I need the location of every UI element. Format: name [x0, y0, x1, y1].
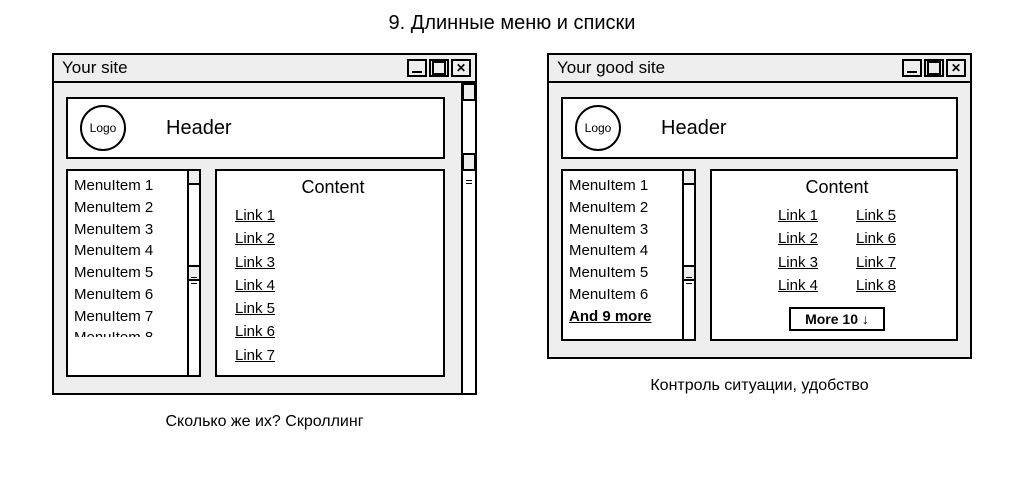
- content-row: MenuItem 1 MenuItem 2 MenuItem 3 MenuIte…: [561, 169, 958, 341]
- sidebar-item[interactable]: MenuItem 4: [569, 240, 680, 262]
- comparison-layout: Your site Logo Header: [0, 53, 1024, 431]
- content-link[interactable]: Link 7: [235, 344, 431, 367]
- content-row: MenuItem 1 MenuItem 2 MenuItem 3 MenuIte…: [66, 169, 445, 377]
- sidebar-item[interactable]: MenuItem 1: [74, 175, 185, 197]
- titlebar: Your site: [54, 55, 475, 83]
- window-controls: [902, 59, 966, 77]
- content-link[interactable]: Link 3: [778, 251, 818, 274]
- window-body: Logo Header MenuItem 1 MenuItem 2 MenuIt…: [54, 83, 475, 393]
- scrollbar-thumb[interactable]: [187, 169, 201, 185]
- link-col: Link 1 Link 2 Link 3 Link 4: [778, 204, 818, 297]
- sidebar-menu: MenuItem 1 MenuItem 2 MenuItem 3 MenuIte…: [561, 169, 696, 341]
- content-link[interactable]: Link 3: [235, 251, 431, 274]
- caption-right: Контроль ситуации, удобство: [650, 377, 868, 395]
- link-list: Link 1 Link 2 Link 3 Link 4 Link 5 Link …: [235, 204, 431, 367]
- maximize-icon[interactable]: [429, 59, 449, 77]
- header-label: Header: [661, 117, 727, 140]
- sidebar-item[interactable]: MenuItem 6: [569, 284, 680, 306]
- logo-icon: Logo: [575, 105, 621, 151]
- logo-icon: Logo: [80, 105, 126, 151]
- page-title: 9. Длинные меню и списки: [389, 12, 636, 35]
- sidebar-item[interactable]: MenuItem 2: [569, 197, 680, 219]
- sidebar-more-link[interactable]: And 9 more: [569, 306, 680, 328]
- close-icon[interactable]: [451, 59, 471, 77]
- sidebar-scrollbar[interactable]: [682, 169, 696, 341]
- window-body: Logo Header MenuItem 1 MenuItem 2 MenuIt…: [549, 83, 970, 357]
- sidebar-menu: MenuItem 1 MenuItem 2 MenuItem 3 MenuIte…: [66, 169, 201, 377]
- content-link[interactable]: Link 4: [778, 274, 818, 297]
- sidebar-item-cutoff[interactable]: MenuItem 8: [74, 327, 185, 337]
- content-link[interactable]: Link 6: [235, 320, 431, 343]
- window-title: Your site: [62, 58, 128, 78]
- sidebar-item[interactable]: MenuItem 4: [74, 240, 185, 262]
- content-link[interactable]: Link 8: [856, 274, 896, 297]
- site-header: Logo Header: [561, 97, 958, 159]
- content-panel: Content Link 1 Link 2 Link 3 Link 4 Link…: [710, 169, 958, 341]
- scrollbar-thumb[interactable]: [682, 169, 696, 185]
- browser-window-left: Your site Logo Header: [52, 53, 477, 395]
- scrollbar-thumb[interactable]: [462, 153, 476, 171]
- sidebar-item[interactable]: MenuItem 1: [569, 175, 680, 197]
- scrollbar-thumb[interactable]: [462, 83, 476, 101]
- sidebar-item[interactable]: MenuItem 2: [74, 197, 185, 219]
- content-link[interactable]: Link 5: [235, 297, 431, 320]
- content-link[interactable]: Link 7: [856, 251, 896, 274]
- browser-window-right: Your good site Logo Header: [547, 53, 972, 359]
- more-button[interactable]: More 10 ↓: [789, 307, 885, 331]
- titlebar: Your good site: [549, 55, 970, 83]
- caption-left: Сколько же их? Скроллинг: [165, 413, 363, 431]
- site-header: Logo Header: [66, 97, 445, 159]
- content-link[interactable]: Link 5: [856, 204, 896, 227]
- content-panel: Content Link 1 Link 2 Link 3 Link 4 Link…: [215, 169, 445, 377]
- sidebar-item[interactable]: MenuItem 5: [569, 262, 680, 284]
- content-link[interactable]: Link 6: [856, 227, 896, 250]
- close-icon[interactable]: [946, 59, 966, 77]
- content-link[interactable]: Link 1: [235, 204, 431, 227]
- bad-example: Your site Logo Header: [52, 53, 477, 431]
- minimize-icon[interactable]: [407, 59, 427, 77]
- panel-title: Content: [730, 177, 944, 198]
- window-title: Your good site: [557, 58, 665, 78]
- window-controls: [407, 59, 471, 77]
- sidebar-item[interactable]: MenuItem 5: [74, 262, 185, 284]
- minimize-icon[interactable]: [902, 59, 922, 77]
- sidebar-item[interactable]: MenuItem 7: [74, 306, 185, 328]
- header-label: Header: [166, 117, 232, 140]
- content-link[interactable]: Link 1: [778, 204, 818, 227]
- page-scrollbar[interactable]: [461, 83, 475, 393]
- sidebar-scrollbar[interactable]: [187, 169, 201, 377]
- content-link[interactable]: Link 4: [235, 274, 431, 297]
- content-link[interactable]: Link 2: [778, 227, 818, 250]
- link-grid: Link 1 Link 2 Link 3 Link 4 Link 5 Link …: [730, 204, 944, 297]
- good-example: Your good site Logo Header: [547, 53, 972, 431]
- link-col: Link 5 Link 6 Link 7 Link 8: [856, 204, 896, 297]
- maximize-icon[interactable]: [924, 59, 944, 77]
- panel-title: Content: [235, 177, 431, 198]
- sidebar-item[interactable]: MenuItem 6: [74, 284, 185, 306]
- sidebar-item[interactable]: MenuItem 3: [74, 219, 185, 241]
- content-link[interactable]: Link 2: [235, 227, 431, 250]
- sidebar-item[interactable]: MenuItem 3: [569, 219, 680, 241]
